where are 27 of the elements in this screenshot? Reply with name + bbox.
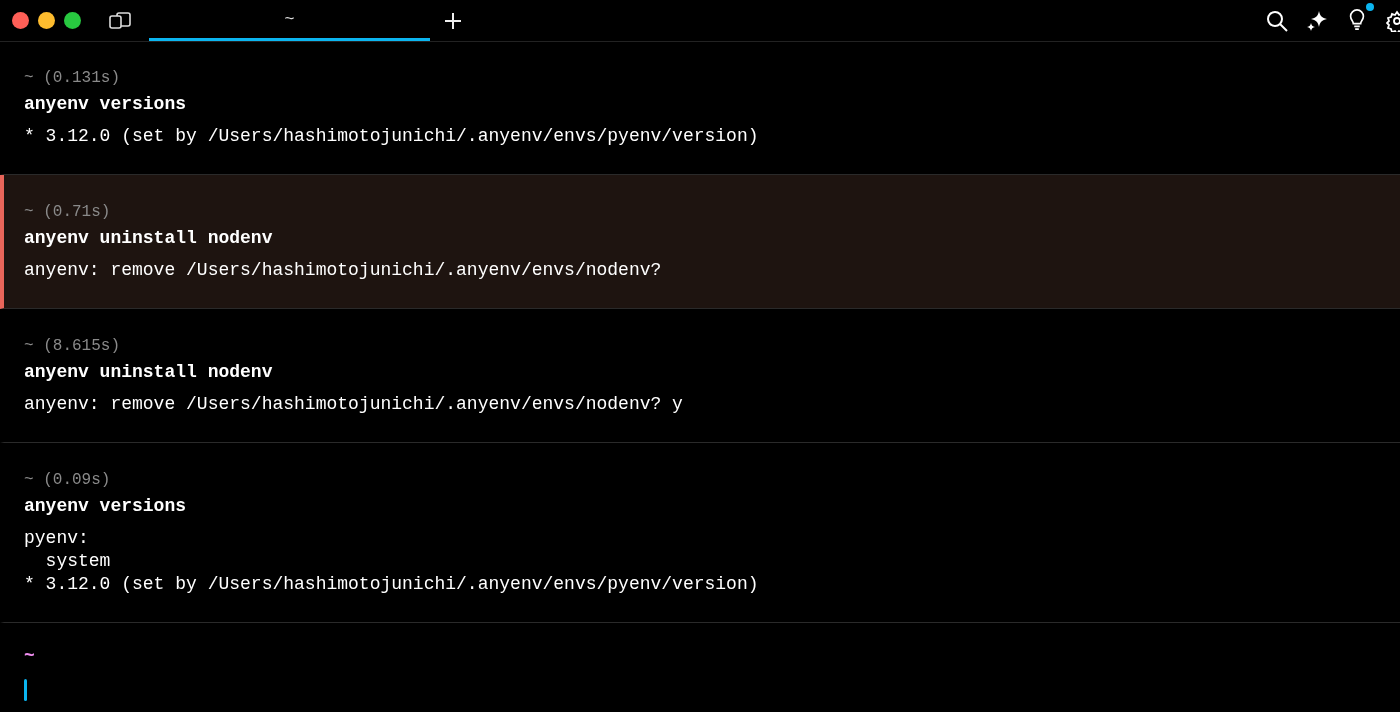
output-line: pyenv:: [24, 527, 90, 550]
output-line: * 3.12.0 (set by /Users/hashimotojunichi/.anyenv/envs/pyenv/version): [24, 125, 760, 148]
search-icon[interactable]: [1266, 9, 1288, 32]
output-line: anyenv: remove /Users/hashimotojunichi/.anyenv/envs/nodenv? y: [24, 393, 684, 416]
block-header: ~ (0.09s): [24, 470, 112, 491]
block-header: ~ (0.131s): [24, 68, 121, 89]
command-text: anyenv versions: [24, 93, 188, 116]
terminal-tab[interactable]: ~: [149, 0, 430, 41]
command-text: anyenv uninstall nodenv: [24, 227, 274, 250]
command-block[interactable]: ~ (8.615s) anyenv uninstall nodenv anyenv: remove /Users/hashimotojunichi/.anyenv/envs/nodenv? y: [0, 309, 1400, 443]
prompt-path: ~: [24, 645, 36, 667]
error-block[interactable]: ~ (0.71s) anyenv uninstall nodenv anyenv: remove /Users/hashimotojunichi/.anyenv/envs/nodenv?: [0, 175, 1400, 309]
output-line: * 3.12.0 (set by /Users/hashimotojunichi/.anyenv/envs/pyenv/version): [24, 573, 760, 596]
command-block[interactable]: ~ (0.09s) anyenv versions pyenv: system * 3.12.0 (set by /Users/hashimotojunichi/.anyenv/envs/pyenv/version): [0, 443, 1400, 623]
text-cursor[interactable]: [24, 679, 27, 701]
block-header: ~ (0.71s): [24, 202, 112, 223]
close-button[interactable]: [12, 12, 29, 29]
panes-icon[interactable]: [109, 11, 131, 30]
zoom-button[interactable]: [64, 12, 81, 29]
settings-icon[interactable]: [1386, 9, 1400, 32]
new-tab-icon[interactable]: [444, 11, 462, 30]
output-line: system: [44, 550, 112, 573]
command-text: anyenv versions: [24, 495, 188, 518]
output-line: anyenv: remove /Users/hashimotojunichi/.anyenv/envs/nodenv?: [24, 259, 663, 282]
command-text: anyenv uninstall nodenv: [24, 361, 274, 384]
block-header: ~ (8.615s): [24, 336, 121, 357]
minimize-button[interactable]: [38, 12, 55, 29]
